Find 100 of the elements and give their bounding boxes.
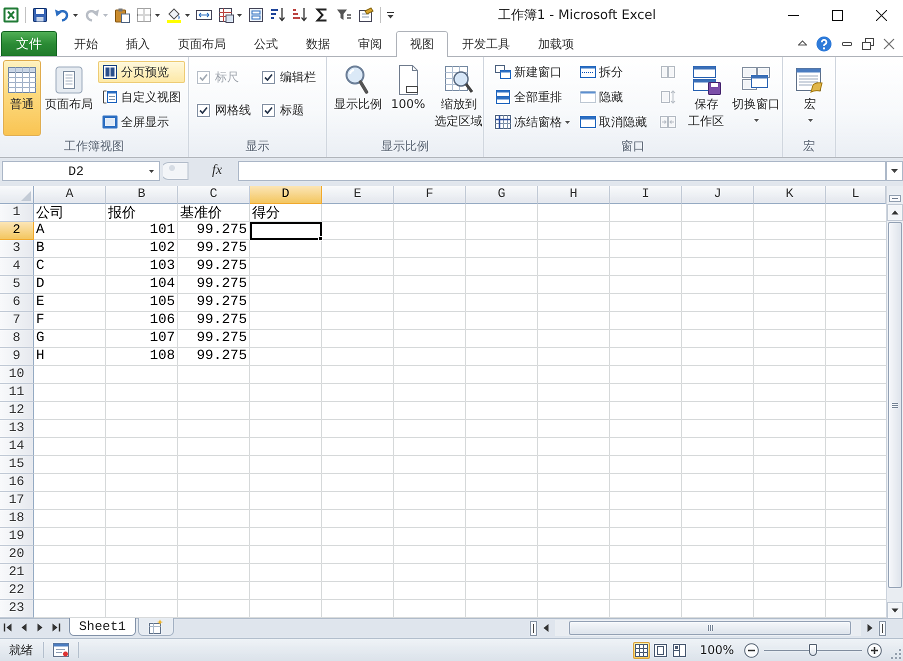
row-header[interactable]: 10 — [0, 366, 34, 384]
window-option-button[interactable]: 拆分 — [576, 61, 651, 83]
undo-icon[interactable] — [54, 7, 70, 23]
window-button[interactable]: 保存工作区 — [685, 60, 728, 136]
scrollbar-thumb[interactable] — [888, 222, 902, 588]
row-header[interactable]: 5 — [0, 276, 34, 294]
first-sheet-icon[interactable] — [3, 623, 13, 632]
column-header[interactable]: H — [538, 186, 610, 204]
row-header[interactable]: 9 — [0, 348, 34, 366]
scroll-up-button[interactable] — [887, 204, 903, 221]
restore-workbook-icon[interactable] — [862, 38, 874, 50]
excel-logo-icon[interactable] — [3, 7, 19, 23]
column-header[interactable]: F — [394, 186, 466, 204]
ribbon-tab[interactable]: 页面布局 — [164, 31, 240, 56]
view-option-button[interactable]: 自定义视图 — [98, 86, 185, 108]
last-sheet-icon[interactable] — [51, 623, 61, 632]
sheet-tab[interactable]: Sheet1 — [69, 618, 136, 636]
column-header[interactable]: B — [106, 186, 178, 204]
checkbox-icon[interactable] — [262, 104, 275, 117]
ribbon-tab[interactable]: 插入 — [112, 31, 164, 56]
resize-handle[interactable] — [163, 161, 189, 181]
customize-caret-icon[interactable] — [387, 11, 394, 19]
split-handle[interactable] — [879, 620, 886, 636]
checkbox-icon[interactable] — [262, 71, 275, 84]
row-header[interactable]: 21 — [0, 564, 34, 582]
collapse-ribbon-icon[interactable] — [798, 40, 807, 47]
view-button[interactable] — [670, 642, 688, 658]
row-header[interactable]: 19 — [0, 528, 34, 546]
column-header[interactable]: L — [826, 186, 886, 204]
column-header[interactable]: I — [610, 186, 682, 204]
row-header[interactable]: 12 — [0, 402, 34, 420]
zoom-level[interactable]: 100% — [700, 643, 734, 657]
maximize-icon[interactable] — [832, 10, 842, 20]
formula-input[interactable] — [238, 161, 886, 181]
name-box[interactable]: D2 — [2, 161, 160, 181]
help-icon[interactable] — [816, 36, 832, 52]
row-header[interactable]: 2 — [0, 222, 34, 240]
row-header[interactable]: 3 — [0, 240, 34, 258]
view-button[interactable]: 页面布局 — [42, 60, 96, 136]
merge-cells-icon[interactable] — [196, 7, 212, 23]
window-option-button[interactable]: 隐藏 — [576, 86, 651, 108]
row-header[interactable]: 22 — [0, 582, 34, 600]
zoom-button[interactable]: 缩放到选定区域 — [431, 60, 486, 136]
row-header[interactable]: 7 — [0, 312, 34, 330]
ribbon-tab[interactable]: 公式 — [240, 31, 292, 56]
window-option-button[interactable]: 冻结窗格 — [491, 111, 574, 133]
split-handle[interactable] — [530, 620, 537, 636]
checkbox-icon[interactable] — [197, 104, 210, 117]
column-header[interactable]: G — [466, 186, 538, 204]
window-option-button[interactable]: 全部重排 — [491, 86, 574, 108]
column-header[interactable]: D — [250, 186, 322, 204]
scroll-down-button[interactable] — [887, 602, 903, 619]
view-button[interactable]: 普通 — [3, 60, 41, 136]
row-header[interactable]: 20 — [0, 546, 34, 564]
checkbox-option[interactable]: 网格线 — [197, 102, 261, 119]
document-icon[interactable] — [358, 7, 374, 23]
caret-icon[interactable] — [149, 170, 154, 172]
sort-ascending-icon[interactable] — [292, 7, 308, 23]
horizontal-scrollbar[interactable] — [555, 620, 861, 636]
column-header[interactable]: K — [754, 186, 826, 204]
window-option-button[interactable]: 新建窗口 — [491, 61, 574, 83]
caret-icon[interactable] — [73, 14, 78, 16]
zoom-out-icon[interactable] — [744, 642, 759, 658]
ribbon-tab[interactable]: 开始 — [60, 31, 112, 56]
checkbox-option[interactable]: 编辑栏 — [262, 69, 326, 86]
row-header[interactable]: 11 — [0, 384, 34, 402]
active-cell[interactable] — [250, 222, 322, 240]
row-header[interactable]: 17 — [0, 492, 34, 510]
ribbon-tab[interactable]: 加载项 — [524, 31, 588, 56]
filter-icon[interactable] — [336, 7, 352, 23]
ribbon-tab[interactable]: 视图 — [396, 31, 448, 57]
zoom-in-icon[interactable] — [867, 642, 882, 658]
scrollbar-thumb[interactable] — [569, 621, 851, 635]
sort-descending-icon[interactable] — [270, 7, 286, 23]
worksheet-grid[interactable]: 1 公司 报价 基准价 得分 2 A 101 99.275 3 B 102 99.275 4 C 103 99.275 5 D 104 99.275 6 E 105 99.275 7 F 106 99.275 8 G 107 99.275 9 H 108 99.275 10 11 12 13 14 15 16 17 18 19 20 21 22 23 — [0, 204, 886, 618]
zoom-button[interactable]: 100% — [388, 60, 428, 136]
row-header[interactable]: 18 — [0, 510, 34, 528]
expand-formula-bar-icon[interactable] — [886, 161, 903, 181]
row-header[interactable]: 4 — [0, 258, 34, 276]
resize-grip-icon[interactable] — [890, 648, 902, 660]
close-workbook-icon[interactable] — [883, 38, 895, 50]
save-icon[interactable] — [32, 7, 48, 23]
column-header[interactable]: A — [34, 186, 106, 204]
checkbox-option[interactable]: 标题 — [262, 102, 326, 119]
paste-icon[interactable] — [114, 7, 130, 23]
macros-button[interactable]: 宏 — [791, 60, 829, 136]
file-tab[interactable]: 文件 — [1, 31, 57, 56]
row-header[interactable]: 16 — [0, 474, 34, 492]
close-icon[interactable] — [876, 10, 886, 20]
record-macro-icon[interactable] — [53, 642, 69, 658]
row-header[interactable]: 8 — [0, 330, 34, 348]
view-button[interactable] — [632, 642, 650, 658]
borders-icon[interactable] — [136, 7, 152, 23]
window-button[interactable]: 切换窗口 — [729, 60, 783, 136]
row-header[interactable]: 1 — [0, 204, 34, 222]
column-header[interactable]: J — [682, 186, 754, 204]
fill-color-icon[interactable] — [166, 7, 182, 23]
zoom-button[interactable]: 显示比例 — [331, 60, 385, 136]
previous-sheet-icon[interactable] — [19, 623, 29, 632]
fill-handle[interactable] — [318, 236, 323, 241]
